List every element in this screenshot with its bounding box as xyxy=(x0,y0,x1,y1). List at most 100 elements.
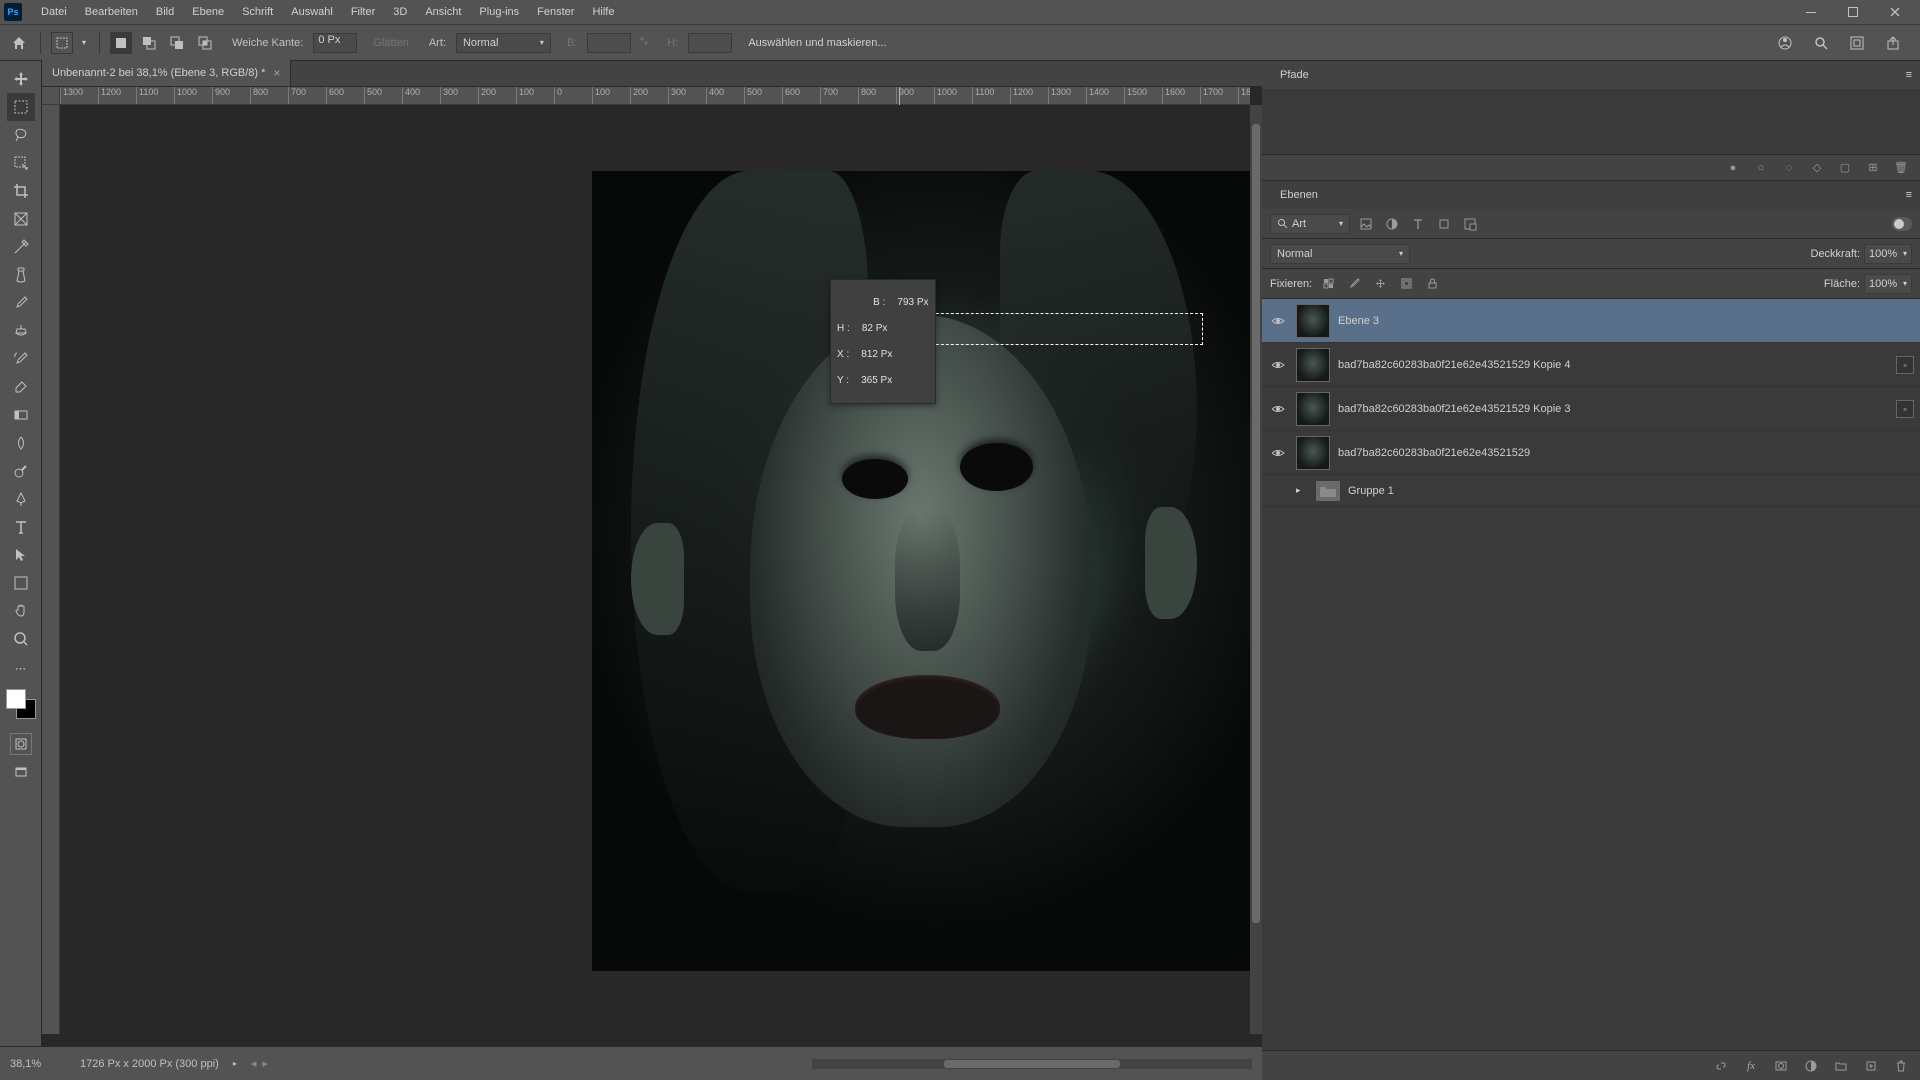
layer-name[interactable]: bad7ba82c60283ba0f21e62e43521529 Kopie 3 xyxy=(1338,403,1888,415)
adjustment-layer-icon[interactable] xyxy=(1802,1057,1820,1075)
marquee-tool-icon[interactable] xyxy=(7,93,35,121)
dodge-tool-icon[interactable] xyxy=(7,457,35,485)
screenmode-icon[interactable] xyxy=(10,761,32,783)
menu-image[interactable]: Bild xyxy=(147,2,183,22)
zoom-tool-icon[interactable] xyxy=(7,625,35,653)
filter-toggle[interactable] xyxy=(1892,217,1912,231)
path-to-selection-icon[interactable]: ◌ xyxy=(1780,159,1798,177)
layer-name[interactable]: Ebene 3 xyxy=(1338,315,1914,327)
menu-file[interactable]: Datei xyxy=(32,2,76,22)
layer-row[interactable]: bad7ba82c60283ba0f21e62e43521529 Kopie 3… xyxy=(1262,387,1920,431)
layers-list[interactable]: Ebene 3 bad7ba82c60283ba0f21e62e43521529 … xyxy=(1262,299,1920,1050)
layer-name[interactable]: bad7ba82c60283ba0f21e62e43521529 xyxy=(1338,447,1914,459)
blur-tool-icon[interactable] xyxy=(7,429,35,457)
menu-filter[interactable]: Filter xyxy=(342,2,384,22)
filter-smartobject-icon[interactable] xyxy=(1460,214,1480,234)
history-brush-tool-icon[interactable] xyxy=(7,345,35,373)
link-layers-icon[interactable] xyxy=(1712,1057,1730,1075)
mask-icon[interactable]: ▢ xyxy=(1836,159,1854,177)
pen-tool-icon[interactable] xyxy=(7,485,35,513)
nav-next-icon[interactable]: ▸ xyxy=(262,1057,268,1070)
layer-style-icon[interactable]: fx xyxy=(1742,1057,1760,1075)
path-select-tool-icon[interactable] xyxy=(7,541,35,569)
delete-path-icon[interactable]: 🗑 xyxy=(1892,159,1910,177)
layer-filter-select[interactable]: Art ▾ xyxy=(1270,214,1350,234)
selection-new-icon[interactable] xyxy=(110,32,132,54)
horizontal-ruler[interactable]: 1300120011001000900800700600500400300200… xyxy=(60,87,1250,105)
group-icon[interactable] xyxy=(1832,1057,1850,1075)
layer-row[interactable]: bad7ba82c60283ba0f21e62e43521529 xyxy=(1262,431,1920,475)
layer-row[interactable]: Ebene 3 xyxy=(1262,299,1920,343)
menu-help[interactable]: Hilfe xyxy=(583,2,623,22)
layer-thumbnail[interactable] xyxy=(1296,304,1330,338)
close-button[interactable] xyxy=(1882,2,1908,22)
menu-3d[interactable]: 3D xyxy=(384,2,416,22)
selection-intersect-icon[interactable] xyxy=(194,32,216,54)
opacity-input[interactable]: 100%▾ xyxy=(1864,244,1912,264)
eraser-tool-icon[interactable] xyxy=(7,373,35,401)
layer-thumbnail[interactable] xyxy=(1296,436,1330,470)
eyedropper-tool-icon[interactable] xyxy=(7,233,35,261)
lock-pixels-icon[interactable] xyxy=(1318,274,1338,294)
visibility-toggle-icon[interactable] xyxy=(1268,314,1288,328)
select-and-mask-button[interactable]: Auswählen und maskieren... xyxy=(748,37,886,49)
menu-layer[interactable]: Ebene xyxy=(183,2,233,22)
zoom-field[interactable]: 38,1% xyxy=(10,1058,66,1070)
color-swatches[interactable] xyxy=(6,689,36,719)
menu-plugins[interactable]: Plug-ins xyxy=(470,2,528,22)
hand-tool-icon[interactable] xyxy=(7,597,35,625)
selection-subtract-icon[interactable] xyxy=(166,32,188,54)
share-icon[interactable] xyxy=(1882,32,1904,54)
layer-thumbnail[interactable] xyxy=(1296,348,1330,382)
tool-preset-dropdown[interactable]: ▾ xyxy=(79,38,89,47)
doc-info-label[interactable]: 1726 Px x 2000 Px (300 ppi) xyxy=(80,1058,219,1070)
healing-brush-tool-icon[interactable] xyxy=(7,261,35,289)
paths-list[interactable] xyxy=(1262,89,1920,154)
selection-add-icon[interactable] xyxy=(138,32,160,54)
clone-stamp-tool-icon[interactable] xyxy=(7,317,35,345)
type-tool-icon[interactable] xyxy=(7,513,35,541)
delete-layer-icon[interactable] xyxy=(1892,1057,1910,1075)
new-path-icon[interactable]: ⊞ xyxy=(1864,159,1882,177)
visibility-toggle-icon[interactable] xyxy=(1268,402,1288,416)
selection-marquee[interactable] xyxy=(901,313,1203,345)
menu-edit[interactable]: Bearbeiten xyxy=(76,2,147,22)
vertical-scrollbar[interactable] xyxy=(1250,105,1262,1034)
home-button[interactable] xyxy=(8,32,30,54)
quick-select-tool-icon[interactable] xyxy=(7,149,35,177)
layer-name[interactable]: Gruppe 1 xyxy=(1348,485,1914,497)
panel-menu-icon[interactable]: ≡ xyxy=(1906,189,1912,201)
horizontal-scrollbar[interactable] xyxy=(812,1059,1252,1069)
new-layer-icon[interactable] xyxy=(1862,1057,1880,1075)
frame-icon[interactable] xyxy=(1846,32,1868,54)
maximize-button[interactable] xyxy=(1840,2,1866,22)
visibility-toggle-icon[interactable] xyxy=(1268,446,1288,460)
layers-tab[interactable]: Ebenen xyxy=(1270,183,1328,207)
foreground-color-swatch[interactable] xyxy=(6,689,26,709)
document-tab[interactable]: Unbenannt-2 bei 38,1% (Ebene 3, RGB/8) *… xyxy=(42,60,291,86)
lock-position-icon[interactable] xyxy=(1370,274,1390,294)
scrollbar-thumb[interactable] xyxy=(1252,124,1260,923)
style-select[interactable]: Normal▾ xyxy=(456,33,551,53)
paths-tab[interactable]: Pfade xyxy=(1270,63,1319,87)
visibility-toggle-icon[interactable] xyxy=(1268,358,1288,372)
nav-prev-icon[interactable]: ◂ xyxy=(251,1057,257,1070)
make-work-path-icon[interactable]: ◇ xyxy=(1808,159,1826,177)
lock-all-icon[interactable] xyxy=(1422,274,1442,294)
filter-shape-icon[interactable] xyxy=(1434,214,1454,234)
crop-tool-icon[interactable] xyxy=(7,177,35,205)
filter-image-icon[interactable] xyxy=(1356,214,1376,234)
menu-view[interactable]: Ansicht xyxy=(416,2,470,22)
edit-toolbar-icon[interactable]: ⋯ xyxy=(10,657,32,679)
filter-type-icon[interactable] xyxy=(1408,214,1428,234)
fill-input[interactable]: 100%▾ xyxy=(1864,274,1912,294)
panel-menu-icon[interactable]: ≡ xyxy=(1906,69,1912,81)
vertical-ruler[interactable] xyxy=(42,105,60,1034)
layer-row[interactable]: bad7ba82c60283ba0f21e62e43521529 Kopie 4… xyxy=(1262,343,1920,387)
tool-preset-icon[interactable] xyxy=(51,32,73,54)
filter-adjustment-icon[interactable] xyxy=(1382,214,1402,234)
stroke-path-icon[interactable]: ○ xyxy=(1752,159,1770,177)
quickmask-icon[interactable] xyxy=(10,733,32,755)
move-tool-icon[interactable] xyxy=(7,65,35,93)
expand-group-icon[interactable]: ▸ xyxy=(1296,485,1308,496)
